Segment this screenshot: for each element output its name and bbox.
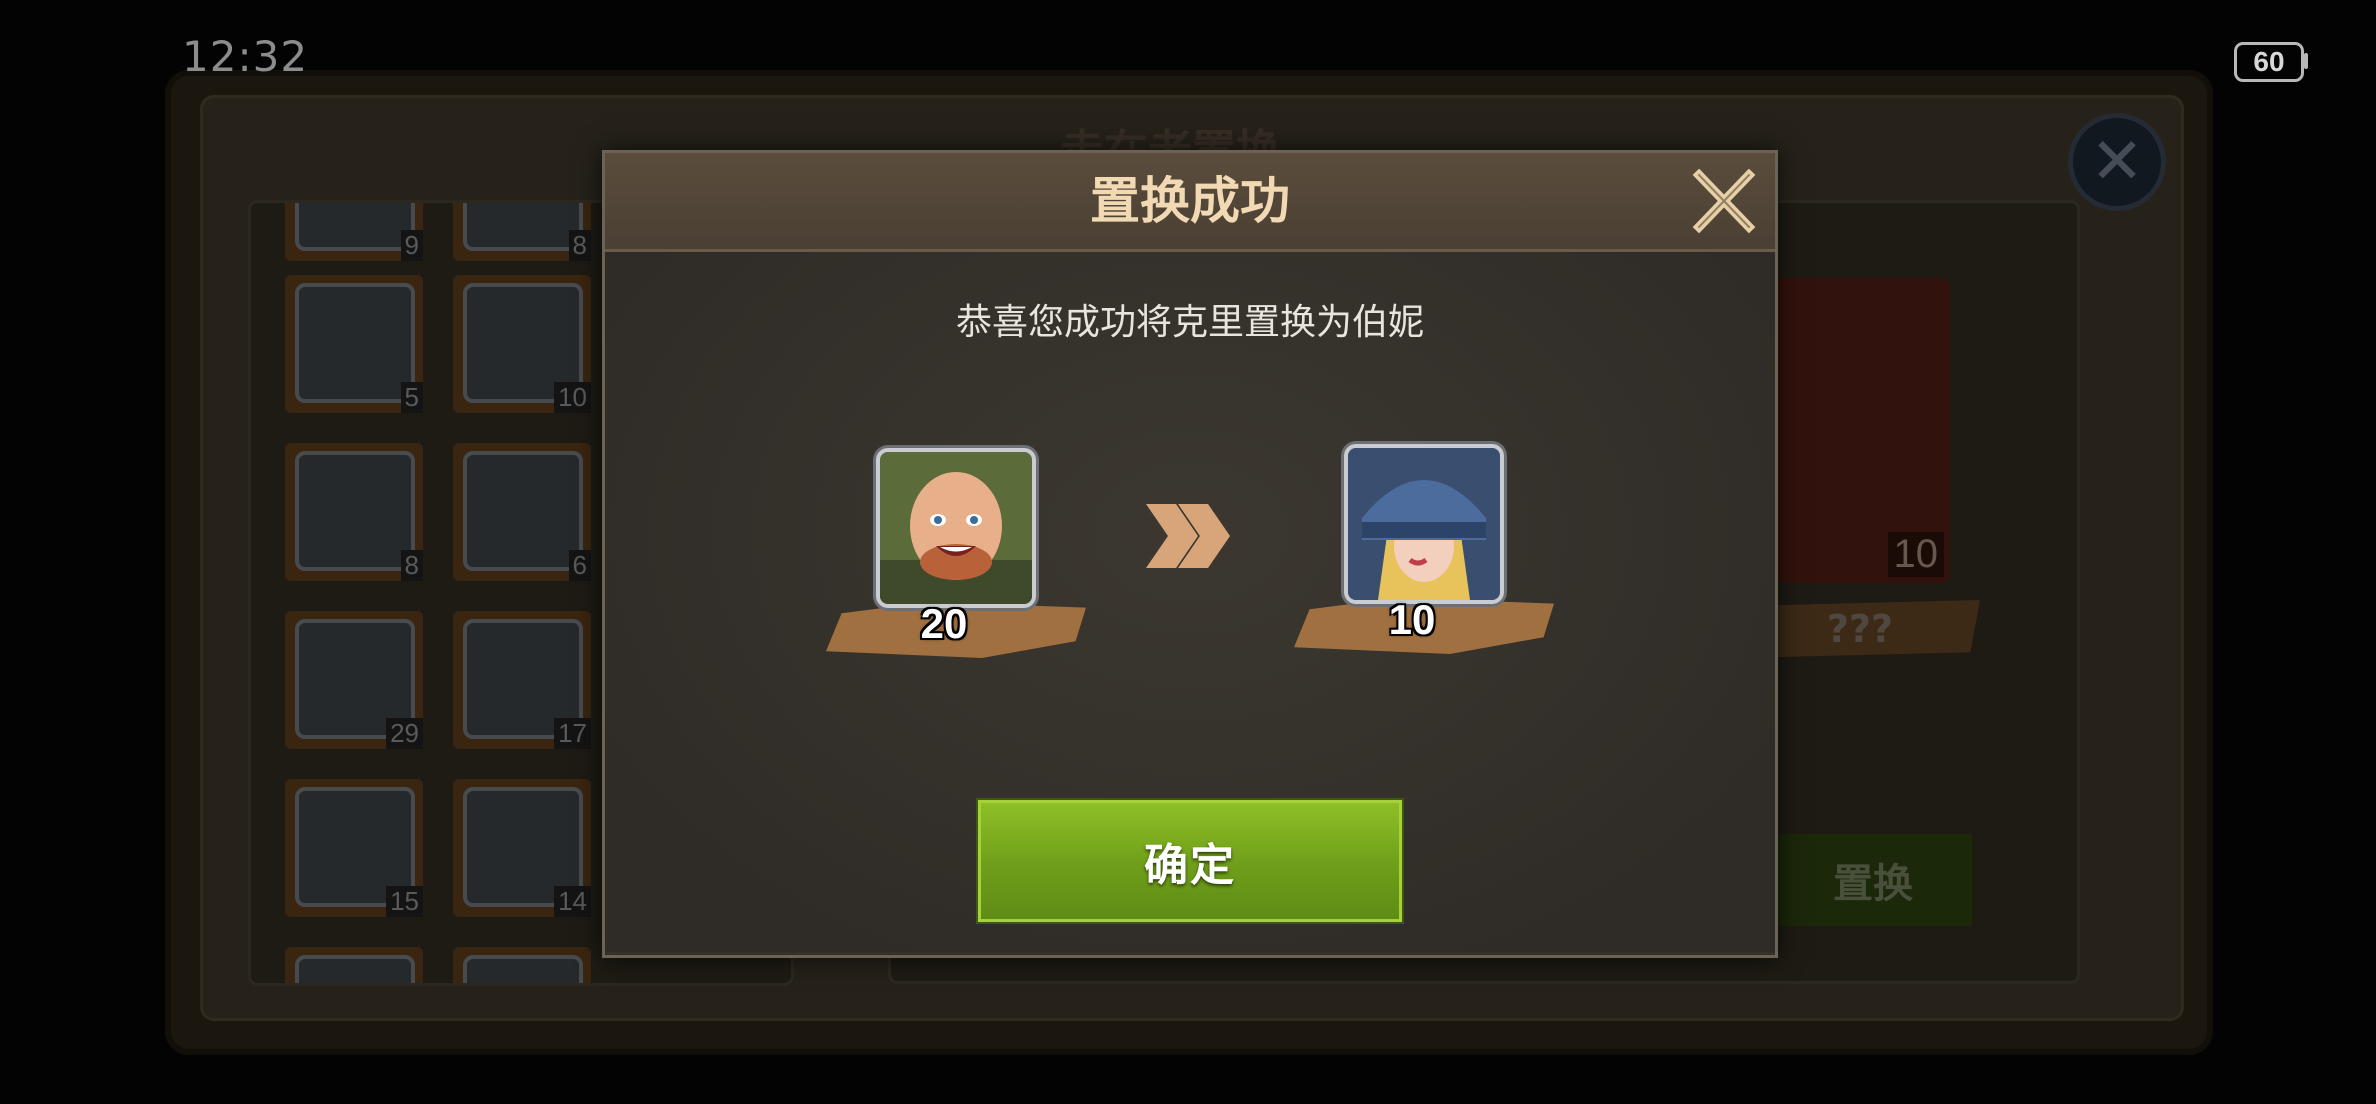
bald-man-portrait-icon	[876, 448, 1036, 608]
confirm-button-label: 确定	[1144, 840, 1236, 891]
to-hero-card	[1344, 444, 1504, 604]
dialog-title: 置换成功	[1090, 172, 1290, 230]
from-hero-count: 20	[920, 600, 968, 647]
game-screen: 走在老置换 ✕ 9 8 5 10 8 6 29	[0, 0, 2376, 1104]
from-hero-card	[876, 448, 1036, 608]
close-icon[interactable]	[1691, 169, 1757, 235]
double-chevron-right-icon	[1146, 504, 1230, 568]
battery-tip	[2304, 53, 2308, 69]
confirm-button[interactable]: 确定	[978, 800, 1402, 922]
battery-level: 60	[2253, 46, 2285, 77]
to-hero-count: 10	[1388, 596, 1436, 643]
success-message: 恭喜您成功将克里置换为伯妮	[955, 302, 1424, 343]
helmet-woman-portrait-icon	[1344, 444, 1504, 604]
battery-icon: 60	[2234, 42, 2304, 82]
status-time: 12:32	[182, 32, 309, 81]
